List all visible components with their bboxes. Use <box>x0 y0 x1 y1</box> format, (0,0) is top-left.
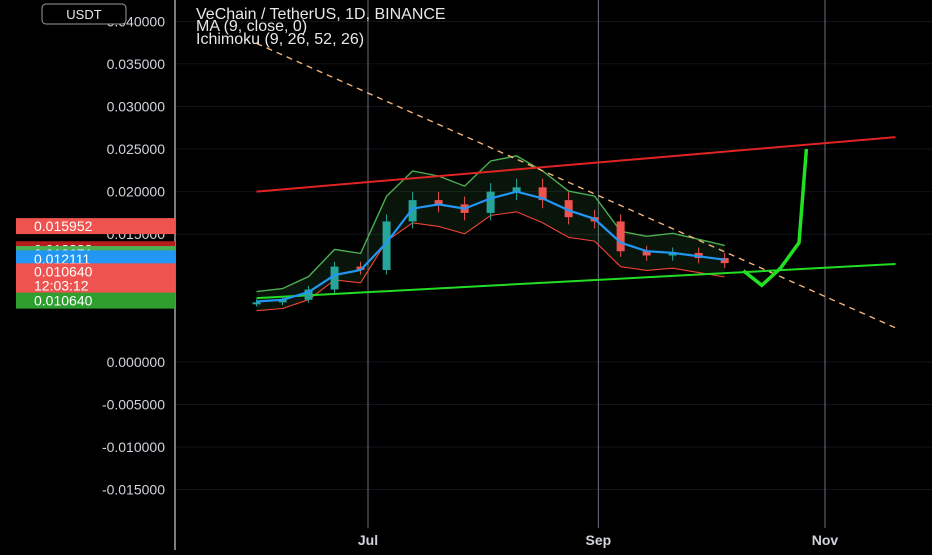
price-tags: 0.0159520.0132320.0126710.0121630.012111… <box>16 218 175 309</box>
candle-body <box>252 302 261 305</box>
candle-body <box>486 191 495 213</box>
y-tick-label: 0.000000 <box>107 354 166 370</box>
y-tick-label: -0.015000 <box>102 482 165 498</box>
price-chart[interactable]: 0.0400000.0350000.0300000.0250000.020000… <box>0 0 932 550</box>
y-tick-label: 0.030000 <box>107 98 166 114</box>
currency-badge[interactable]: USDT <box>41 3 127 25</box>
candle-body <box>616 221 625 252</box>
price-tag-label: 12:03:12 <box>34 277 89 293</box>
y-tick-label: 0.025000 <box>107 141 166 157</box>
y-tick-label: 0.020000 <box>107 184 166 200</box>
price-tag-label: 0.015952 <box>34 218 93 234</box>
x-tick-label: Sep <box>586 532 612 548</box>
x-tick-label: Nov <box>812 532 839 548</box>
y-tick-label: 0.035000 <box>107 56 166 72</box>
currency-badge-label: USDT <box>66 7 101 22</box>
y-tick-label: -0.010000 <box>102 439 165 455</box>
x-tick-label: Jul <box>358 532 378 548</box>
chart-container[interactable]: 0.040000 0.035000 0.030000 0.025000 0.020000… <box>0 0 932 550</box>
legend-ichimoku: Ichimoku (9, 26, 52, 26) <box>196 31 364 48</box>
y-tick-label: -0.005000 <box>102 397 165 413</box>
price-tag-label: 0.010640 <box>34 293 93 309</box>
